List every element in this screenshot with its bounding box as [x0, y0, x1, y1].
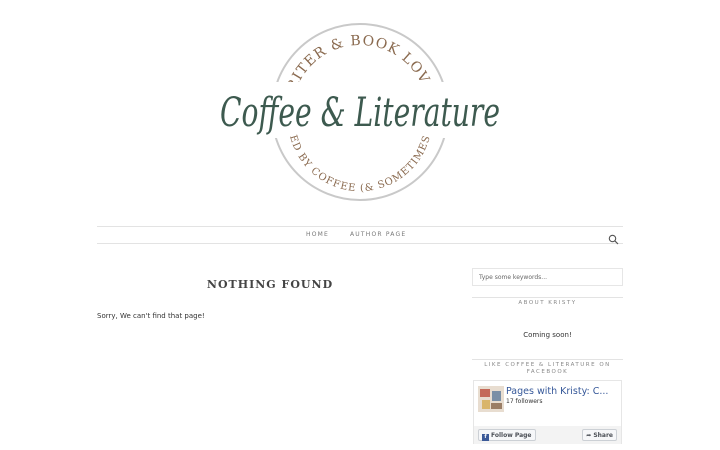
- facebook-icon: f: [482, 434, 489, 441]
- about-widget-text: Coming soon!: [523, 331, 572, 339]
- facebook-action-bar: f Follow Page ➦ Share: [474, 426, 621, 444]
- about-widget-title: ABOUT KRISTY: [472, 297, 623, 307]
- not-found-message: Sorry, We can't find that page!: [97, 312, 205, 320]
- facebook-page-thumbnail[interactable]: [478, 386, 504, 412]
- facebook-widget-title: LIKE COFFEE & LITERATURE ON FACEBOOK: [472, 359, 623, 376]
- nav-item-home[interactable]: HOME: [306, 231, 329, 238]
- facebook-page-name[interactable]: Pages with Kristy: C...: [506, 386, 618, 397]
- share-button[interactable]: ➦ Share: [582, 429, 617, 441]
- page-title: NOTHING FOUND: [206, 278, 334, 291]
- logo-main-text: Coffee & Literature: [220, 90, 500, 136]
- facebook-followers: 17 followers: [506, 398, 543, 405]
- search-icon[interactable]: [608, 230, 619, 245]
- share-label: Share: [593, 432, 613, 439]
- nav-item-author-page[interactable]: AUTHOR PAGE: [350, 231, 406, 238]
- facebook-page-plugin: Pages with Kristy: C... 17 followers f Fo…: [473, 380, 622, 444]
- site-logo[interactable]: WRITER & BOOK LOVER Coffee & Literature …: [202, 6, 510, 208]
- sidebar-search-input[interactable]: Type some keywords...: [472, 268, 623, 286]
- logo-graphic: WRITER & BOOK LOVER Coffee & Literature …: [202, 6, 508, 201]
- follow-page-button[interactable]: f Follow Page: [478, 429, 536, 441]
- main-navigation: HOME AUTHOR PAGE: [97, 226, 623, 245]
- follow-page-label: Follow Page: [491, 432, 532, 439]
